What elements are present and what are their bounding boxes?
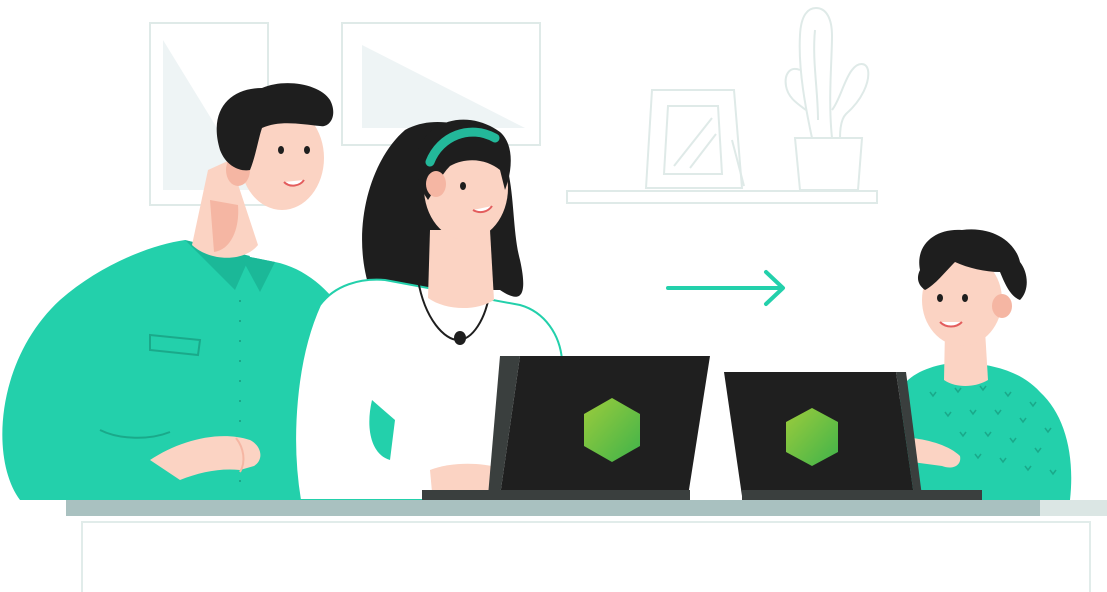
photo-frame-stand [644,89,745,189]
arrow-right-icon [666,270,785,306]
desk [66,500,1107,592]
wall-shelf [566,190,878,204]
boy-body [900,362,1072,500]
illustration-scene [2,6,1107,592]
man-head [192,83,334,258]
boy-figure [900,229,1072,500]
cactus-plant [784,6,870,191]
boy-head [917,229,1027,386]
